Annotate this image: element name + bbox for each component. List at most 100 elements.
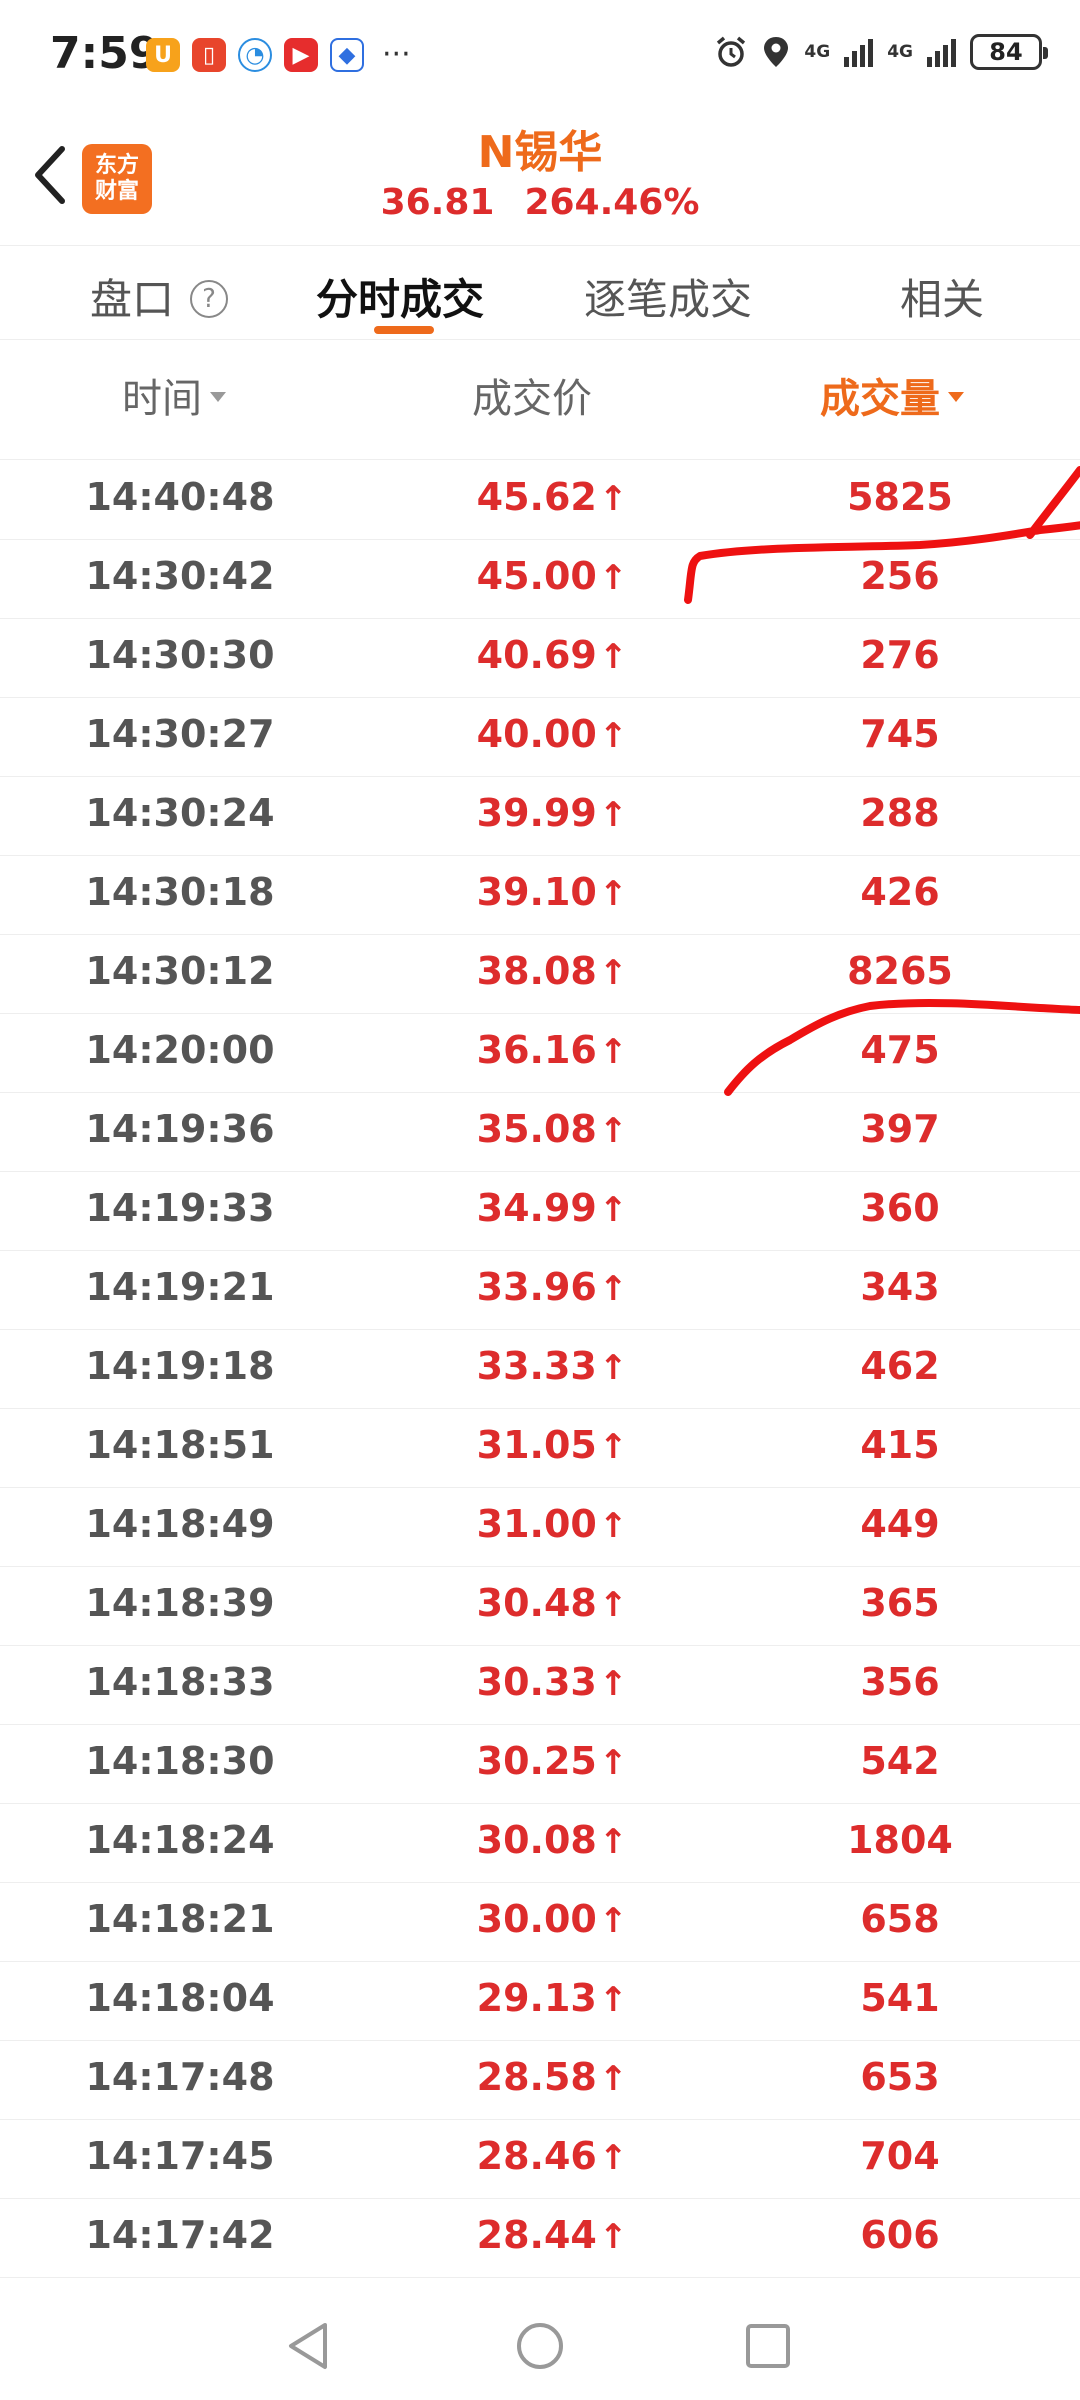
table-row[interactable]: 14:30:24 39.99↑ 288: [0, 777, 1080, 856]
trade-price: 28.44: [476, 2213, 597, 2257]
trade-price: 39.10: [476, 870, 597, 914]
table-row[interactable]: 14:19:33 34.99↑ 360: [0, 1172, 1080, 1251]
trade-price: 30.33: [476, 1660, 597, 1704]
trade-time: 14:40:48: [85, 475, 275, 519]
trade-time: 14:30:18: [85, 870, 275, 914]
arrow-up-icon: ↑: [598, 1269, 628, 1309]
trade-price-cell: 28.46↑: [372, 2134, 732, 2178]
table-row[interactable]: 14:18:33 30.33↑ 356: [0, 1646, 1080, 1725]
trade-volume: 343: [860, 1265, 940, 1309]
trade-price-cell: 30.08↑: [372, 1818, 732, 1862]
trade-volume: 5825: [847, 475, 953, 519]
trade-volume: 397: [860, 1107, 940, 1151]
table-row[interactable]: 14:18:51 31.05↑ 415: [0, 1409, 1080, 1488]
arrow-up-icon: ↑: [598, 1664, 628, 1704]
table-row[interactable]: 14:18:04 29.13↑ 541: [0, 1962, 1080, 2041]
arrow-up-icon: ↑: [598, 1980, 628, 2020]
nav-back-button[interactable]: [278, 2316, 338, 2376]
signal-icon: [927, 37, 956, 67]
arrow-up-icon: ↑: [598, 637, 628, 677]
column-time-label: 时间: [122, 376, 202, 422]
trade-list: 14:40:48 45.62↑ 5825 14:30:42 45.00↑ 256 14:30…: [0, 461, 1080, 2278]
table-row[interactable]: 14:17:45 28.46↑ 704: [0, 2120, 1080, 2199]
trade-price-cell: 28.58↑: [372, 2055, 732, 2099]
trade-price: 29.13: [476, 1976, 597, 2020]
stock-quote: 36.81 264.46%: [0, 182, 1080, 223]
tab-zhubi[interactable]: 逐笔成交: [584, 266, 752, 327]
tab-fenshi[interactable]: 分时成交: [316, 266, 484, 327]
trade-volume: 360: [860, 1186, 940, 1230]
column-volume[interactable]: 成交量: [820, 366, 964, 424]
trade-price-cell: 40.00↑: [372, 712, 732, 756]
table-row[interactable]: 14:30:27 40.00↑ 745: [0, 698, 1080, 777]
arrow-up-icon: ↑: [598, 716, 628, 756]
table-row[interactable]: 14:30:30 40.69↑ 276: [0, 619, 1080, 698]
trade-volume: 288: [860, 791, 940, 835]
trade-price-cell: 29.13↑: [372, 1976, 732, 2020]
trade-price: 28.46: [476, 2134, 597, 2178]
table-row[interactable]: 14:40:48 45.62↑ 5825: [0, 461, 1080, 540]
tab-pankou[interactable]: 盘口?: [90, 266, 229, 327]
triangle-back-icon: [289, 2323, 327, 2369]
table-row[interactable]: 14:19:18 33.33↑ 462: [0, 1330, 1080, 1409]
trade-price: 45.00: [476, 554, 597, 598]
nav-home-button[interactable]: [510, 2316, 570, 2376]
trade-volume: 276: [860, 633, 940, 677]
circle-home-icon: [517, 2323, 563, 2369]
table-row[interactable]: 14:17:42 28.44↑ 606: [0, 2199, 1080, 2278]
trade-time: 14:19:18: [85, 1344, 275, 1388]
trade-price-cell: 30.25↑: [372, 1739, 732, 1783]
app-record-icon: ▯: [192, 38, 226, 72]
trade-price-cell: 39.99↑: [372, 791, 732, 835]
app-video-icon: ▶: [284, 38, 318, 72]
trade-time: 14:18:51: [85, 1423, 275, 1467]
trade-volume: 462: [860, 1344, 940, 1388]
stock-title: N锡华: [477, 127, 603, 178]
nav-recents-button[interactable]: [738, 2316, 798, 2376]
table-row[interactable]: 14:18:21 30.00↑ 658: [0, 1883, 1080, 1962]
trade-price: 33.96: [476, 1265, 597, 1309]
table-row[interactable]: 14:19:21 33.96↑ 343: [0, 1251, 1080, 1330]
table-row[interactable]: 14:18:24 30.08↑ 1804: [0, 1804, 1080, 1883]
table-row[interactable]: 14:19:36 35.08↑ 397: [0, 1093, 1080, 1172]
trade-price: 33.33: [476, 1344, 597, 1388]
trade-volume: 606: [860, 2213, 940, 2257]
table-row[interactable]: 14:30:12 38.08↑ 8265: [0, 935, 1080, 1014]
tab-xiangguan[interactable]: 相关: [900, 266, 984, 327]
table-row[interactable]: 14:30:42 45.00↑ 256: [0, 540, 1080, 619]
trade-price: 45.62: [476, 475, 597, 519]
column-time[interactable]: 时间: [122, 366, 226, 424]
trade-price: 36.16: [476, 1028, 597, 1072]
trade-volume: 653: [860, 2055, 940, 2099]
trade-time: 14:18:30: [85, 1739, 275, 1783]
arrow-up-icon: ↑: [598, 874, 628, 914]
table-row[interactable]: 14:18:39 30.48↑ 365: [0, 1567, 1080, 1646]
trade-price: 30.48: [476, 1581, 597, 1625]
app-map-icon: ◆: [330, 38, 364, 72]
table-row[interactable]: 14:18:30 30.25↑ 542: [0, 1725, 1080, 1804]
trade-time: 14:17:48: [85, 2055, 275, 2099]
arrow-up-icon: ↑: [598, 1585, 628, 1625]
table-row[interactable]: 14:30:18 39.10↑ 426: [0, 856, 1080, 935]
table-row[interactable]: 14:18:49 31.00↑ 449: [0, 1488, 1080, 1567]
app-chat-icon: ◔: [238, 38, 272, 72]
system-nav-bar: [0, 2288, 1080, 2400]
trade-time: 14:19:33: [85, 1186, 275, 1230]
trade-price-cell: 30.48↑: [372, 1581, 732, 1625]
alarm-icon: [717, 36, 746, 67]
table-row[interactable]: 14:17:48 28.58↑ 653: [0, 2041, 1080, 2120]
arrow-up-icon: ↑: [598, 2217, 628, 2257]
trade-volume: 426: [860, 870, 940, 914]
table-row[interactable]: 14:20:00 36.16↑ 475: [0, 1014, 1080, 1093]
status-bar: 7:59 U ▯ ◔ ▶ ◆ ··· 4G 4G 84: [0, 0, 1080, 110]
trade-price: 38.08: [476, 949, 597, 993]
trade-price-cell: 35.08↑: [372, 1107, 732, 1151]
trade-volume: 745: [860, 712, 940, 756]
trade-price-cell: 31.00↑: [372, 1502, 732, 1546]
arrow-up-icon: ↑: [598, 1743, 628, 1783]
help-icon[interactable]: ?: [190, 279, 229, 318]
sort-down-icon: [210, 392, 226, 402]
trade-time: 14:30:42: [85, 554, 275, 598]
trade-price-cell: 31.05↑: [372, 1423, 732, 1467]
trade-price: 28.58: [476, 2055, 597, 2099]
